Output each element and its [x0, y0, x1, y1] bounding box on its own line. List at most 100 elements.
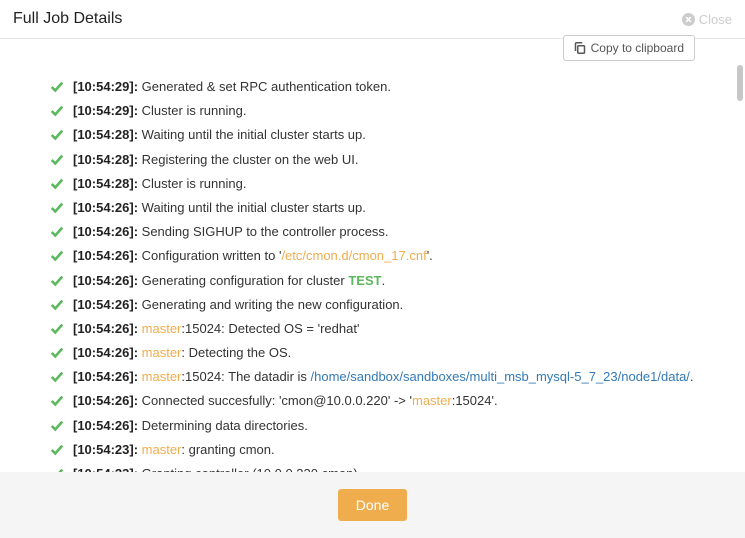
log-line: [10:54:23]: Granting controller (10.0.0.…	[73, 465, 361, 472]
modal-footer: Done	[0, 472, 745, 538]
log-line: [10:54:26]: master: Detecting the OS.	[73, 344, 291, 362]
log-line: [10:54:26]: Determining data directories…	[73, 417, 308, 435]
check-icon	[50, 370, 64, 384]
check-icon	[50, 153, 64, 167]
log-timestamp: [10:54:26]:	[73, 321, 138, 336]
log-entry: [10:54:26]: master: Detecting the OS.	[50, 341, 695, 365]
log-line: [10:54:29]: Cluster is running.	[73, 102, 246, 120]
copy-to-clipboard-button[interactable]: Copy to clipboard	[563, 35, 695, 61]
log-timestamp: [10:54:23]:	[73, 466, 138, 472]
log-text: Sending SIGHUP to the controller process…	[142, 224, 389, 239]
log-line: [10:54:26]: Generating configuration for…	[73, 272, 385, 290]
check-icon	[50, 443, 64, 457]
log-area[interactable]: [10:54:29]: Generated & set RPC authenti…	[0, 61, 745, 472]
log-entry: [10:54:29]: Cluster is running.	[50, 99, 695, 123]
log-text: master	[142, 321, 182, 336]
log-timestamp: [10:54:26]:	[73, 369, 138, 384]
log-text: /home/sandbox/sandboxes/multi_msb_mysql-…	[311, 369, 690, 384]
log-text: master	[142, 345, 182, 360]
log-timestamp: [10:54:28]:	[73, 127, 138, 142]
check-icon	[50, 298, 64, 312]
copy-label: Copy to clipboard	[591, 41, 684, 55]
check-icon	[50, 225, 64, 239]
log-text: Generated & set RPC authentication token…	[142, 79, 391, 94]
log-entry: [10:54:26]: Determining data directories…	[50, 414, 695, 438]
log-timestamp: [10:54:26]:	[73, 297, 138, 312]
log-text: Granting controller (10.0.0.220,cmon).	[142, 466, 362, 472]
log-text: Generating configuration for cluster	[142, 273, 349, 288]
check-icon	[50, 128, 64, 142]
log-entry: [10:54:29]: Generated & set RPC authenti…	[50, 75, 695, 99]
log-text: : Detecting the OS.	[181, 345, 291, 360]
log-line: [10:54:26]: Waiting until the initial cl…	[73, 199, 366, 217]
log-entry: [10:54:26]: Generating and writing the n…	[50, 293, 695, 317]
scrollbar-thumb[interactable]	[737, 65, 743, 101]
log-entry: [10:54:26]: Sending SIGHUP to the contro…	[50, 220, 695, 244]
log-line: [10:54:26]: Sending SIGHUP to the contro…	[73, 223, 389, 241]
log-timestamp: [10:54:23]:	[73, 442, 138, 457]
log-timestamp: [10:54:26]:	[73, 418, 138, 433]
log-text: Configuration written to '	[142, 248, 282, 263]
log-text: Connected succesfully: 'cmon@10.0.0.220'…	[142, 393, 412, 408]
check-icon	[50, 346, 64, 360]
log-timestamp: [10:54:26]:	[73, 224, 138, 239]
log-text: master	[412, 393, 452, 408]
check-icon	[50, 80, 64, 94]
log-line: [10:54:26]: Configuration written to '/e…	[73, 247, 433, 265]
check-icon	[50, 274, 64, 288]
log-timestamp: [10:54:26]:	[73, 248, 138, 263]
log-entry: [10:54:26]: Configuration written to '/e…	[50, 244, 695, 268]
log-line: [10:54:28]: Waiting until the initial cl…	[73, 126, 366, 144]
log-timestamp: [10:54:26]:	[73, 393, 138, 408]
log-entry: [10:54:28]: Cluster is running.	[50, 172, 695, 196]
log-text: :15024: Detected OS = 'redhat'	[181, 321, 359, 336]
log-text: Cluster is running.	[142, 176, 247, 191]
check-icon	[50, 467, 64, 472]
log-text: Determining data directories.	[142, 418, 308, 433]
log-entry: [10:54:26]: Generating configuration for…	[50, 269, 695, 293]
check-icon	[50, 322, 64, 336]
log-line: [10:54:23]: master: granting cmon.	[73, 441, 275, 459]
job-details-modal: Full Job Details Close Copy to clipboard…	[0, 0, 745, 538]
modal-header: Full Job Details Close	[0, 0, 745, 39]
done-button[interactable]: Done	[338, 489, 407, 521]
check-icon	[50, 177, 64, 191]
log-line: [10:54:29]: Generated & set RPC authenti…	[73, 78, 391, 96]
log-text: :15024'.	[452, 393, 498, 408]
log-line: [10:54:28]: Registering the cluster on t…	[73, 151, 358, 169]
check-icon	[50, 419, 64, 433]
log-timestamp: [10:54:26]:	[73, 345, 138, 360]
check-icon	[50, 201, 64, 215]
log-line: [10:54:26]: Connected succesfully: 'cmon…	[73, 392, 498, 410]
log-text: Cluster is running.	[142, 103, 247, 118]
close-button[interactable]: Close	[682, 12, 732, 27]
check-icon	[50, 394, 64, 408]
log-line: [10:54:28]: Cluster is running.	[73, 175, 246, 193]
check-icon	[50, 249, 64, 263]
log-text: .	[690, 369, 694, 384]
log-text: master	[142, 369, 182, 384]
close-circle-icon	[682, 13, 695, 26]
log-timestamp: [10:54:26]:	[73, 273, 138, 288]
log-entry: [10:54:28]: Registering the cluster on t…	[50, 148, 695, 172]
log-entry: [10:54:23]: Granting controller (10.0.0.…	[50, 462, 695, 472]
log-entry: [10:54:26]: master:15024: The datadir is…	[50, 365, 695, 389]
toolbar: Copy to clipboard	[0, 39, 745, 61]
log-text: TEST	[348, 273, 381, 288]
log-text: .	[382, 273, 386, 288]
log-timestamp: [10:54:29]:	[73, 79, 138, 94]
log-timestamp: [10:54:29]:	[73, 103, 138, 118]
log-text: Generating and writing the new configura…	[142, 297, 404, 312]
log-entry: [10:54:26]: Waiting until the initial cl…	[50, 196, 695, 220]
log-line: [10:54:26]: master:15024: The datadir is…	[73, 368, 694, 386]
log-timestamp: [10:54:28]:	[73, 152, 138, 167]
clipboard-icon	[574, 42, 586, 54]
log-entry: [10:54:26]: master:15024: Detected OS = …	[50, 317, 695, 341]
log-text: Registering the cluster on the web UI.	[142, 152, 359, 167]
log-text: /etc/cmon.d/cmon_17.cnf	[281, 248, 426, 263]
log-text: Waiting until the initial cluster starts…	[142, 200, 366, 215]
log-entry: [10:54:26]: Connected succesfully: 'cmon…	[50, 389, 695, 413]
log-line: [10:54:26]: master:15024: Detected OS = …	[73, 320, 359, 338]
log-line: [10:54:26]: Generating and writing the n…	[73, 296, 403, 314]
log-text: master	[142, 442, 182, 457]
